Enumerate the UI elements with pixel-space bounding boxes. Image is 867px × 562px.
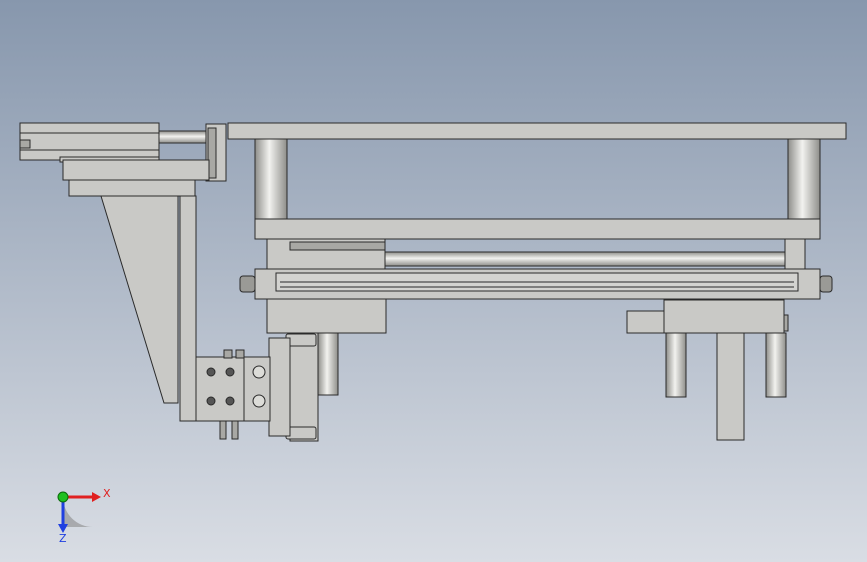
valve-port: [206, 367, 216, 377]
right-rod-right: [765, 332, 787, 398]
carriage-block: [266, 298, 387, 334]
pillar-left: [254, 138, 288, 220]
right-rod-left: [665, 332, 687, 398]
right-side-block: [626, 310, 665, 334]
middle-plate: [254, 218, 821, 240]
cylinder-body: [268, 337, 291, 437]
slide-piston-rod: [158, 130, 210, 144]
rail-end-screw-right: [819, 275, 833, 293]
valve-bottom-fitting: [231, 420, 239, 440]
bracket-top-plate: [62, 159, 210, 181]
slide-body: [19, 122, 160, 161]
right-center-post: [716, 332, 745, 441]
slide-endcap: [19, 139, 31, 149]
top-plate: [227, 122, 847, 140]
left-guide-step: [289, 241, 386, 251]
valve-port: [225, 396, 235, 406]
pillar-right: [787, 138, 821, 220]
cad-drawing-svg[interactable]: X Z: [0, 0, 867, 562]
carriage-rod: [317, 332, 339, 396]
valve-port: [225, 367, 235, 377]
guide-rod: [384, 251, 786, 267]
valve-bolt: [252, 365, 266, 379]
right-end-tab: [783, 314, 789, 332]
valve-port: [206, 396, 216, 406]
right-carriage-plate: [663, 299, 785, 334]
carriage-plate: [289, 332, 319, 442]
right-guide-block: [784, 238, 806, 270]
cad-viewport[interactable]: X Z: [0, 0, 867, 562]
x-axis-label: X: [103, 487, 111, 500]
bracket-upright: [179, 195, 197, 422]
y-axis-dot-icon: [57, 491, 69, 503]
valve-top-fitting: [223, 349, 233, 359]
valve-body: [195, 356, 245, 422]
valve-bolt: [252, 394, 266, 408]
z-axis-label: Z: [59, 532, 67, 545]
valve-top-fitting: [235, 349, 245, 359]
valve-bottom-fitting: [219, 420, 227, 440]
bracket-base-plate: [68, 179, 196, 197]
rail-end-screw-left: [239, 275, 256, 293]
